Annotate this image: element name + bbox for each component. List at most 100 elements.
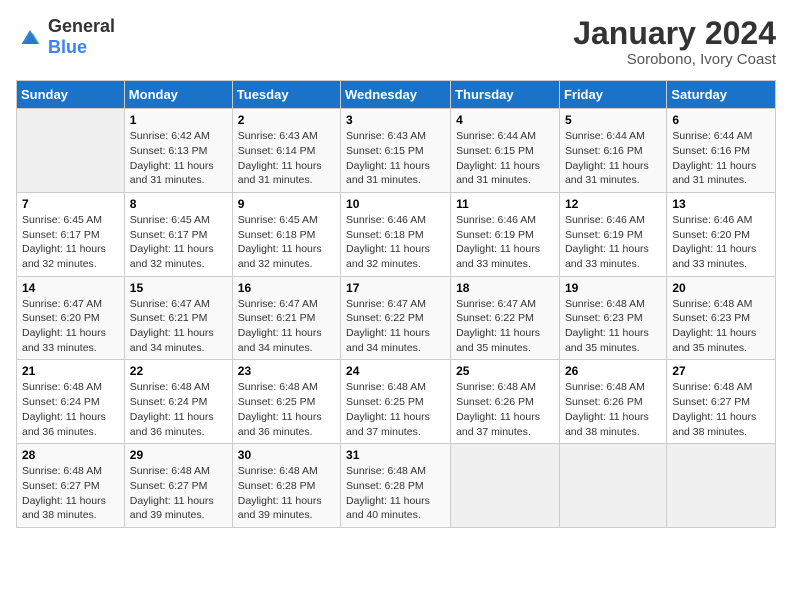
page-title: January 2024 <box>573 16 776 51</box>
logo-icon <box>16 23 44 51</box>
calendar-cell: 23Sunrise: 6:48 AMSunset: 6:25 PMDayligh… <box>232 360 340 444</box>
calendar-cell: 9Sunrise: 6:45 AMSunset: 6:18 PMDaylight… <box>232 192 340 276</box>
day-number: 1 <box>130 113 227 127</box>
calendar-cell: 12 Sunrise: 6:46 AMSunset: 6:19 PMDayligh… <box>559 192 666 276</box>
cell-details: Sunrise: 6:48 AMSunset: 6:27 PMDaylight:… <box>672 380 770 439</box>
calendar-cell: 30 Sunrise: 6:48 AMSunset: 6:28 PMDayligh… <box>232 444 340 528</box>
cell-details: Sunrise: 6:47 AMSunset: 6:21 PMDaylight:… <box>238 297 335 356</box>
week-row-2: 7 Sunrise: 6:45 AMSunset: 6:17 PMDaylight… <box>17 192 776 276</box>
day-number: 26 <box>565 364 661 378</box>
cell-details: Sunrise: 6:45 AMSunset: 6:17 PMDaylight:… <box>130 213 227 272</box>
day-number: 9 <box>238 197 335 211</box>
day-number: 7 <box>22 197 119 211</box>
day-number: 19 <box>565 281 661 295</box>
logo-text-general: General <box>48 16 115 36</box>
calendar-cell: 17 Sunrise: 6:47 AMSunset: 6:22 PMDayligh… <box>341 276 451 360</box>
week-row-1: 1 Sunrise: 6:42 AMSunset: 6:13 PMDaylight… <box>17 109 776 193</box>
cell-details: Sunrise: 6:48 AMSunset: 6:24 PMDaylight:… <box>130 380 227 439</box>
calendar-cell: 10 Sunrise: 6:46 AMSunset: 6:18 PMDayligh… <box>341 192 451 276</box>
day-number: 12 <box>565 197 661 211</box>
day-number: 15 <box>130 281 227 295</box>
calendar-cell: 22 Sunrise: 6:48 AMSunset: 6:24 PMDayligh… <box>124 360 232 444</box>
page-header: General Blue January 2024 Sorobono, Ivor… <box>16 16 776 68</box>
header-monday: Monday <box>124 81 232 109</box>
calendar-cell: 25Sunrise: 6:48 AMSunset: 6:26 PMDayligh… <box>451 360 560 444</box>
cell-details: Sunrise: 6:46 AMSunset: 6:18 PMDaylight:… <box>346 213 445 272</box>
cell-details: Sunrise: 6:44 AMSunset: 6:15 PMDaylight:… <box>456 129 554 188</box>
calendar-cell: 3Sunrise: 6:43 AMSunset: 6:15 PMDaylight… <box>341 109 451 193</box>
cell-details: Sunrise: 6:48 AMSunset: 6:26 PMDaylight:… <box>565 380 661 439</box>
header-wednesday: Wednesday <box>341 81 451 109</box>
calendar-cell: 27 Sunrise: 6:48 AMSunset: 6:27 PMDayligh… <box>667 360 776 444</box>
calendar-cell <box>17 109 125 193</box>
calendar-cell: 24 Sunrise: 6:48 AMSunset: 6:25 PMDayligh… <box>341 360 451 444</box>
cell-details: Sunrise: 6:48 AMSunset: 6:23 PMDaylight:… <box>565 297 661 356</box>
page-subtitle: Sorobono, Ivory Coast <box>573 51 776 68</box>
week-row-3: 14 Sunrise: 6:47 AMSunset: 6:20 PMDayligh… <box>17 276 776 360</box>
day-number: 5 <box>565 113 661 127</box>
cell-details: Sunrise: 6:48 AMSunset: 6:24 PMDaylight:… <box>22 380 119 439</box>
day-number: 17 <box>346 281 445 295</box>
header-thursday: Thursday <box>451 81 560 109</box>
cell-details: Sunrise: 6:48 AMSunset: 6:25 PMDaylight:… <box>238 380 335 439</box>
cell-details: Sunrise: 6:47 AMSunset: 6:22 PMDaylight:… <box>346 297 445 356</box>
calendar-cell: 7 Sunrise: 6:45 AMSunset: 6:17 PMDaylight… <box>17 192 125 276</box>
calendar-cell: 8Sunrise: 6:45 AMSunset: 6:17 PMDaylight… <box>124 192 232 276</box>
calendar-cell: 20 Sunrise: 6:48 AMSunset: 6:23 PMDayligh… <box>667 276 776 360</box>
cell-details: Sunrise: 6:46 AMSunset: 6:20 PMDaylight:… <box>672 213 770 272</box>
calendar-cell: 29 Sunrise: 6:48 AMSunset: 6:27 PMDayligh… <box>124 444 232 528</box>
cell-details: Sunrise: 6:45 AMSunset: 6:17 PMDaylight:… <box>22 213 119 272</box>
day-number: 22 <box>130 364 227 378</box>
cell-details: Sunrise: 6:48 AMSunset: 6:28 PMDaylight:… <box>238 464 335 523</box>
calendar-cell: 19 Sunrise: 6:48 AMSunset: 6:23 PMDayligh… <box>559 276 666 360</box>
calendar-cell: 2 Sunrise: 6:43 AMSunset: 6:14 PMDaylight… <box>232 109 340 193</box>
calendar-cell: 4 Sunrise: 6:44 AMSunset: 6:15 PMDaylight… <box>451 109 560 193</box>
calendar-cell: 1 Sunrise: 6:42 AMSunset: 6:13 PMDaylight… <box>124 109 232 193</box>
calendar-cell <box>667 444 776 528</box>
header-sunday: Sunday <box>17 81 125 109</box>
calendar-cell: 6 Sunrise: 6:44 AMSunset: 6:16 PMDaylight… <box>667 109 776 193</box>
day-number: 28 <box>22 448 119 462</box>
logo-text-blue: Blue <box>48 37 87 57</box>
cell-details: Sunrise: 6:42 AMSunset: 6:13 PMDaylight:… <box>130 129 227 188</box>
calendar-cell: 5 Sunrise: 6:44 AMSunset: 6:16 PMDaylight… <box>559 109 666 193</box>
cell-details: Sunrise: 6:48 AMSunset: 6:23 PMDaylight:… <box>672 297 770 356</box>
cell-details: Sunrise: 6:48 AMSunset: 6:26 PMDaylight:… <box>456 380 554 439</box>
calendar-table: SundayMondayTuesdayWednesdayThursdayFrid… <box>16 80 776 528</box>
calendar-cell: 26 Sunrise: 6:48 AMSunset: 6:26 PMDayligh… <box>559 360 666 444</box>
calendar-cell: 18 Sunrise: 6:47 AMSunset: 6:22 PMDayligh… <box>451 276 560 360</box>
cell-details: Sunrise: 6:46 AMSunset: 6:19 PMDaylight:… <box>456 213 554 272</box>
cell-details: Sunrise: 6:48 AMSunset: 6:25 PMDaylight:… <box>346 380 445 439</box>
day-number: 16 <box>238 281 335 295</box>
day-number: 18 <box>456 281 554 295</box>
header-saturday: Saturday <box>667 81 776 109</box>
day-number: 31 <box>346 448 445 462</box>
cell-details: Sunrise: 6:48 AMSunset: 6:27 PMDaylight:… <box>130 464 227 523</box>
calendar-cell: 21 Sunrise: 6:48 AMSunset: 6:24 PMDayligh… <box>17 360 125 444</box>
day-number: 6 <box>672 113 770 127</box>
day-number: 29 <box>130 448 227 462</box>
calendar-cell <box>451 444 560 528</box>
day-number: 30 <box>238 448 335 462</box>
day-number: 14 <box>22 281 119 295</box>
cell-details: Sunrise: 6:44 AMSunset: 6:16 PMDaylight:… <box>565 129 661 188</box>
cell-details: Sunrise: 6:46 AMSunset: 6:19 PMDaylight:… <box>565 213 661 272</box>
day-number: 2 <box>238 113 335 127</box>
calendar-header-row: SundayMondayTuesdayWednesdayThursdayFrid… <box>17 81 776 109</box>
cell-details: Sunrise: 6:47 AMSunset: 6:21 PMDaylight:… <box>130 297 227 356</box>
header-tuesday: Tuesday <box>232 81 340 109</box>
day-number: 24 <box>346 364 445 378</box>
day-number: 20 <box>672 281 770 295</box>
day-number: 4 <box>456 113 554 127</box>
day-number: 10 <box>346 197 445 211</box>
cell-details: Sunrise: 6:47 AMSunset: 6:22 PMDaylight:… <box>456 297 554 356</box>
cell-details: Sunrise: 6:47 AMSunset: 6:20 PMDaylight:… <box>22 297 119 356</box>
calendar-cell: 14 Sunrise: 6:47 AMSunset: 6:20 PMDayligh… <box>17 276 125 360</box>
day-number: 27 <box>672 364 770 378</box>
calendar-cell: 31Sunrise: 6:48 AMSunset: 6:28 PMDayligh… <box>341 444 451 528</box>
day-number: 21 <box>22 364 119 378</box>
day-number: 13 <box>672 197 770 211</box>
cell-details: Sunrise: 6:44 AMSunset: 6:16 PMDaylight:… <box>672 129 770 188</box>
cell-details: Sunrise: 6:43 AMSunset: 6:14 PMDaylight:… <box>238 129 335 188</box>
day-number: 3 <box>346 113 445 127</box>
